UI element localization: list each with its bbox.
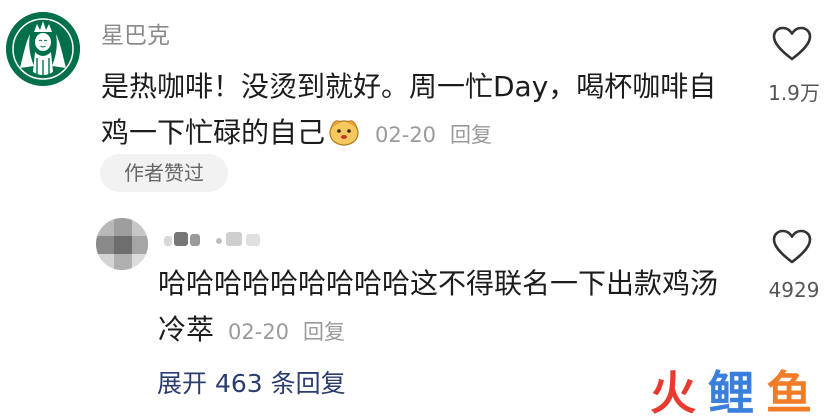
- comment-reply-button[interactable]: 回复: [450, 123, 492, 147]
- watermark-char: 火: [650, 366, 696, 420]
- reply-like-count: 4929: [768, 278, 820, 302]
- comment-date: 02-20: [375, 123, 437, 147]
- starbucks-avatar[interactable]: [6, 12, 80, 86]
- dog-emoji-icon: [329, 120, 359, 146]
- reply-reply-button[interactable]: 回复: [303, 320, 345, 344]
- comment-username[interactable]: 星巴克: [101, 16, 170, 50]
- heart-outline-icon[interactable]: [772, 229, 812, 265]
- reply-body: 哈哈哈哈哈哈哈哈哈这不得联名一下出款鸡汤冷萃 02-20 回复: [158, 261, 738, 355]
- author-liked-badge: 作者赞过: [100, 154, 228, 192]
- comment-like-count: 1.9万: [768, 81, 820, 105]
- reply-avatar-blurred[interactable]: [96, 218, 148, 270]
- watermark-char: 鲤: [708, 366, 754, 420]
- comment-body: 是热咖啡！没烫到就好。周一忙Day，喝杯咖啡自鸡一下忙碌的自己 02-20 回复: [101, 64, 741, 158]
- reply-username-blurred[interactable]: [164, 228, 274, 252]
- heart-outline-icon[interactable]: [772, 26, 812, 62]
- reply-date: 02-20: [228, 320, 290, 344]
- starbucks-logo-icon: [6, 12, 80, 86]
- expand-replies-link[interactable]: 展开 463 条回复: [157, 364, 346, 400]
- watermark-char: 鱼: [766, 366, 812, 420]
